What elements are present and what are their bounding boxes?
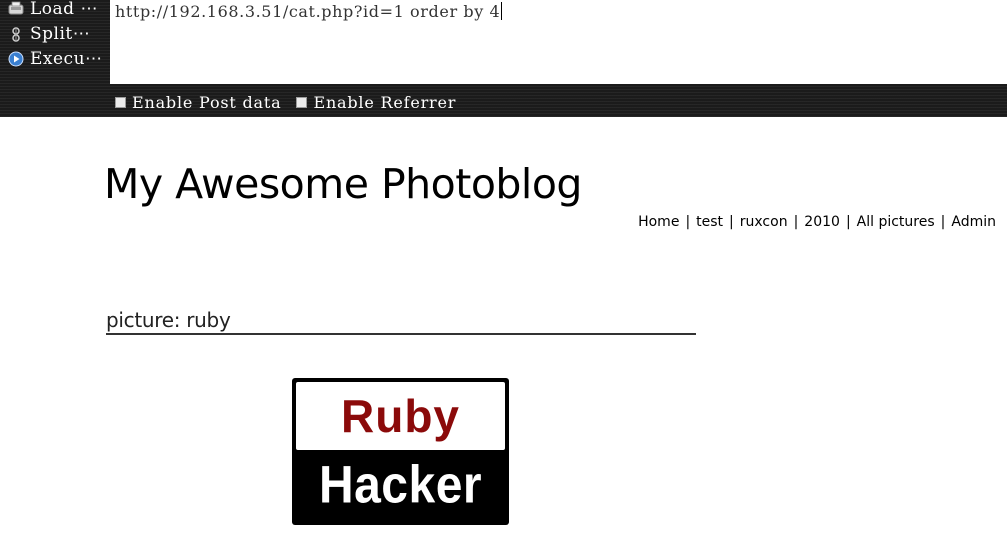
url-text: http://192.168.3.51/cat.php?id=1 order b… (115, 2, 501, 21)
enable-referrer-checkbox[interactable]: Enable Referrer (296, 93, 456, 112)
image-ruby-panel: Ruby (296, 382, 505, 450)
url-textarea[interactable]: http://192.168.3.51/cat.php?id=1 order b… (110, 0, 1007, 84)
split-url-label: Split⋯ (30, 24, 91, 44)
load-url-button[interactable]: Load ⋯ (8, 0, 108, 20)
hackbar-menu: Load ⋯ Split⋯ Execu⋯ (0, 0, 110, 84)
nav-separator: | (940, 214, 946, 230)
main-nav: Home | test | ruxcon | 2010 | All pictures | Admin (638, 214, 996, 230)
image-ruby-text: Ruby (341, 390, 460, 442)
execute-label: Execu⋯ (30, 49, 103, 69)
enable-referrer-label: Enable Referrer (313, 92, 457, 112)
nav-link-home[interactable]: Home (638, 214, 679, 230)
nav-separator: | (685, 214, 691, 230)
execute-icon (8, 51, 24, 67)
nav-link-test[interactable]: test (696, 214, 723, 230)
nav-link-ruxcon[interactable]: ruxcon (740, 214, 788, 230)
split-url-icon (8, 26, 24, 42)
execute-button[interactable]: Execu⋯ (8, 48, 108, 70)
checkbox-box[interactable] (296, 96, 308, 108)
hackbar-options: Enable Post data Enable Referrer (115, 91, 471, 113)
enable-post-data-label: Enable Post data (132, 92, 282, 112)
nav-link-2010[interactable]: 2010 (804, 214, 840, 230)
picture-heading: picture: ruby (106, 308, 696, 335)
nav-separator: | (729, 214, 734, 230)
nav-link-admin[interactable]: Admin (951, 214, 996, 230)
nav-link-all-pictures[interactable]: All pictures (857, 214, 935, 230)
site-title: My Awesome Photoblog (104, 160, 582, 208)
load-url-label: Load ⋯ (30, 0, 98, 19)
nav-separator: | (845, 214, 851, 230)
hackbar-toolbar: Load ⋯ Split⋯ Execu⋯ http://192.168.3.51… (0, 0, 1007, 117)
checkbox-box[interactable] (115, 96, 126, 108)
ruby-hacker-image: Ruby Hacker (292, 378, 509, 525)
text-caret (501, 2, 503, 20)
load-url-icon (8, 1, 24, 17)
image-hacker-text: Hacker (318, 456, 483, 515)
enable-post-data-checkbox[interactable]: Enable Post data (115, 93, 281, 112)
nav-separator: | (793, 214, 799, 230)
split-url-button[interactable]: Split⋯ (8, 23, 108, 45)
